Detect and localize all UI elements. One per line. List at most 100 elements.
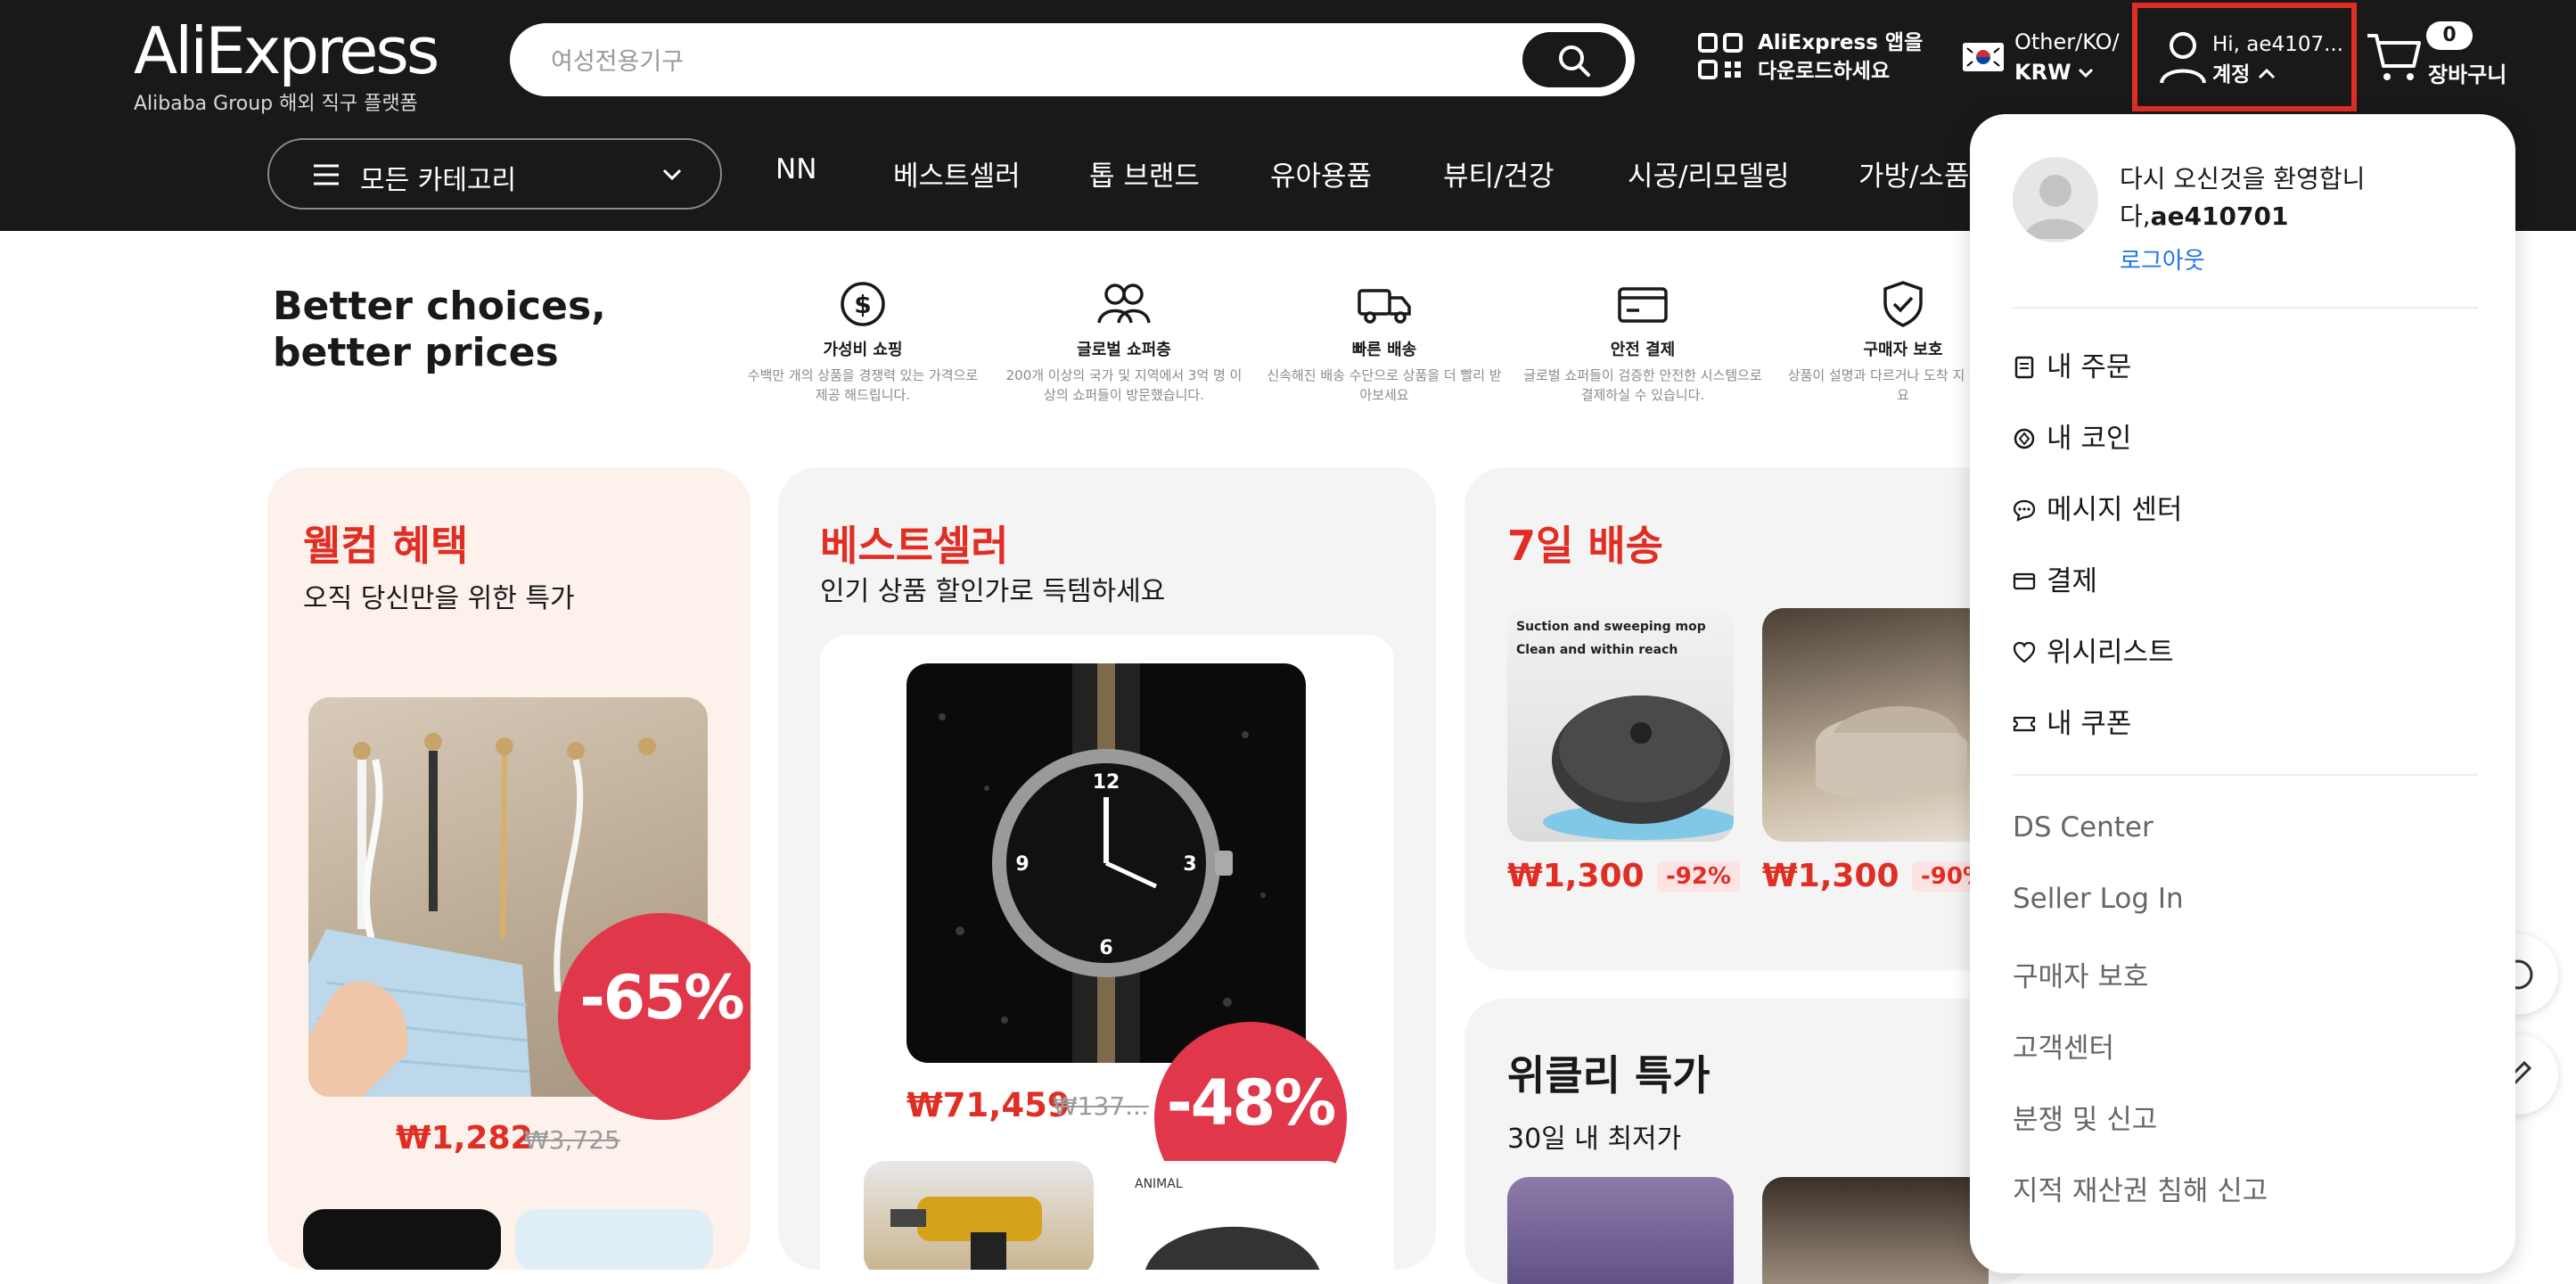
bestseller-title: 베스트셀러 (820, 522, 1009, 570)
chevron-down-icon (662, 169, 682, 181)
search-button[interactable] (1522, 32, 1626, 87)
menu-item-my-coupons[interactable]: 내 쿠폰 (2013, 701, 2131, 741)
menu-item-my-coins[interactable]: 내 코인 (2013, 416, 2131, 456)
menu-item-payment[interactable]: 결제 (2013, 558, 2097, 598)
svg-text:9: 9 (1015, 853, 1029, 876)
shield-icon (1883, 281, 1923, 327)
bestseller-subtitle: 인기 상품 할인가로 득템하세요 (820, 576, 1166, 607)
welcome-subtitle: 오직 당신만을 위한 특가 (303, 583, 575, 614)
welcome-old-price: ₩3,725 (524, 1125, 620, 1155)
coupon-icon (2013, 716, 2036, 732)
qr-code-icon[interactable] (1698, 33, 1743, 79)
region-language: Other/KO/ (2014, 29, 2120, 54)
menu-item-label: 내 쿠폰 (2047, 708, 2132, 740)
nav-item-top-brand[interactable]: 톱 브랜드 (1089, 153, 1200, 193)
benefit-global: 글로벌 쇼퍼층 200개 이상의 국가 및 지역에서 3억 명 이상의 쇼퍼들이… (1004, 278, 1244, 405)
benefit-desc: 신속해진 배송 수단으로 상품을 더 빨리 받아보세요 (1267, 367, 1502, 403)
currency-label: KRW (2014, 60, 2071, 85)
watch-product-image[interactable]: 12 6 3 9 (907, 663, 1306, 1063)
menu-item-my-orders[interactable]: 내 주문 (2013, 344, 2131, 384)
users-icon (1097, 284, 1151, 324)
all-categories-button[interactable]: 모든 카테고리 (267, 138, 722, 210)
svg-text:3: 3 (1183, 853, 1196, 876)
benefit-desc: 수백만 개의 상품을 경쟁력 있는 가격으로 제공 해드립니다. (747, 367, 979, 403)
nav-item-baby[interactable]: 유아용품 (1270, 153, 1372, 193)
region-selector[interactable]: Other/KO/ KRW (2014, 27, 2120, 87)
benefit-title: 글로벌 쇼퍼층 (1077, 341, 1171, 359)
menu-item-label: 결제 (2047, 565, 2098, 597)
menu-item-label: 메시지 센터 (2047, 494, 2183, 526)
cart-icon[interactable] (2366, 30, 2423, 84)
bestseller-old-price: ₩137... (1053, 1091, 1149, 1121)
tagline: Better choices, better prices (273, 284, 606, 376)
tv-product-image[interactable] (1507, 1177, 1734, 1284)
slipper-product-image[interactable] (1762, 608, 1989, 842)
nav-item-beauty[interactable]: 뷰티/건강 (1443, 153, 1555, 193)
nav-item-bags[interactable]: 가방/소품 (1858, 153, 1970, 193)
welcome-line-2: 다, (2120, 202, 2151, 231)
account-greeting: Hi, ae4107... (2212, 33, 2344, 56)
account-menu-button[interactable]: Hi, ae4107... 계정 (2132, 3, 2357, 111)
account-dropdown: 다시 오신것을 환영합니 다,ae410701 로그아웃 내 주문 내 코인 메… (1970, 114, 2515, 1273)
product-discount-tag: -92% (1657, 861, 1741, 892)
menu-item-label: 위시리스트 (2047, 637, 2174, 669)
welcome-deal-card[interactable]: 웰컴 혜택 오직 당신만을 위한 특가 -65% ₩1,282 ₩3,725 (267, 467, 751, 1270)
korea-flag-icon[interactable] (1963, 43, 2004, 71)
discount-value: -65% (579, 963, 745, 1033)
bag-product-image[interactable]: ANIMAL (1117, 1161, 1347, 1270)
payment-icon (2013, 572, 2036, 590)
product-price: ₩1,300 (1762, 858, 1899, 894)
product-thumb[interactable] (303, 1209, 501, 1270)
logo-subtitle: Alibaba Group 해외 직구 플랫폼 (134, 93, 418, 115)
product-thumb[interactable] (515, 1209, 713, 1270)
account-label: 계정 (2212, 63, 2251, 86)
nav-item-remodeling[interactable]: 시공/리모델링 (1628, 153, 1790, 193)
bestseller-price: ₩71,459 (907, 1086, 1071, 1124)
welcome-price: ₩1,282 (396, 1120, 533, 1156)
nav-item-bestseller[interactable]: 베스트셀러 (893, 153, 1021, 193)
link-ip-infringement[interactable]: 지적 재산권 침해 신고 (2013, 1168, 2268, 1208)
svg-text:ANIMAL: ANIMAL (1135, 1177, 1183, 1191)
link-customer-center[interactable]: 고객센터 (2013, 1025, 2114, 1066)
orders-icon (2014, 356, 2034, 379)
benefit-shipping: 빠른 배송 신속해진 배송 수단으로 상품을 더 빨리 받아보세요 (1264, 278, 1505, 405)
truck-icon (1358, 289, 1411, 324)
benefit-title: 안전 결제 (1610, 341, 1676, 359)
menu-item-wishlist[interactable]: 위시리스트 (2013, 630, 2174, 670)
svg-text:6: 6 (1099, 937, 1112, 959)
product-price: ₩1,300 (1507, 858, 1645, 894)
benefit-payment: 안전 결제 글로벌 쇼퍼들이 검증한 안전한 시스템으로 결제하실 수 있습니다… (1522, 278, 1763, 405)
product-caption: Suction and sweeping mop (1516, 620, 1706, 634)
search-input[interactable] (549, 43, 1444, 80)
tagline-line-1: Better choices, (273, 284, 606, 329)
weekly-title: 위클리 특가 (1507, 1051, 1710, 1099)
fashion-product-image[interactable] (1762, 1177, 1989, 1284)
avatar[interactable] (2013, 157, 2098, 243)
divider (2013, 307, 2478, 309)
logout-link[interactable]: 로그아웃 (2120, 243, 2205, 276)
seven-day-title: 7일 배송 (1507, 522, 1663, 570)
link-ds-center[interactable]: DS Center (2013, 811, 2154, 844)
bestseller-card[interactable]: 베스트셀러 인기 상품 할인가로 득템하세요 12 6 3 9 -48% ₩71,45… (778, 467, 1436, 1270)
menu-item-message-center[interactable]: 메시지 센터 (2013, 487, 2182, 527)
benefit-title: 가성비 쇼핑 (823, 341, 903, 359)
robot-mop-image[interactable]: Suction and sweeping mop Clean and withi… (1507, 608, 1734, 842)
app-download-text[interactable]: AliExpress 앱을 다운로드하세요 (1758, 29, 1936, 86)
all-categories-label: 모든 카테고리 (360, 165, 517, 196)
drill-product-image[interactable] (864, 1161, 1094, 1270)
link-buyer-protection[interactable]: 구매자 보호 (2013, 954, 2148, 994)
svg-text:$: $ (854, 290, 871, 319)
weekly-subtitle: 30일 내 최저가 (1507, 1124, 1682, 1155)
nav-item-nn[interactable]: NN (775, 153, 816, 185)
search-bar (510, 23, 1635, 96)
link-dispute-report[interactable]: 분쟁 및 신고 (2013, 1097, 2157, 1137)
discount-badge: -65% (558, 913, 751, 1120)
link-seller-login[interactable]: Seller Log In (2013, 883, 2184, 915)
aliexpress-logo[interactable]: AliExpress (134, 11, 439, 91)
seven-day-card[interactable]: 7일 배송 Suction and sweeping mop Clean and… (1464, 467, 2035, 970)
chevron-up-icon (2258, 68, 2275, 79)
welcome-message: 다시 오신것을 환영합니 다,ae410701 (2120, 160, 2387, 235)
cart-label[interactable]: 장바구니 (2428, 57, 2506, 88)
weekly-deal-card[interactable]: 위클리 특가 30일 내 최저가 (1464, 999, 2035, 1284)
welcome-line-1: 다시 오신것을 환영합니 (2120, 164, 2366, 193)
